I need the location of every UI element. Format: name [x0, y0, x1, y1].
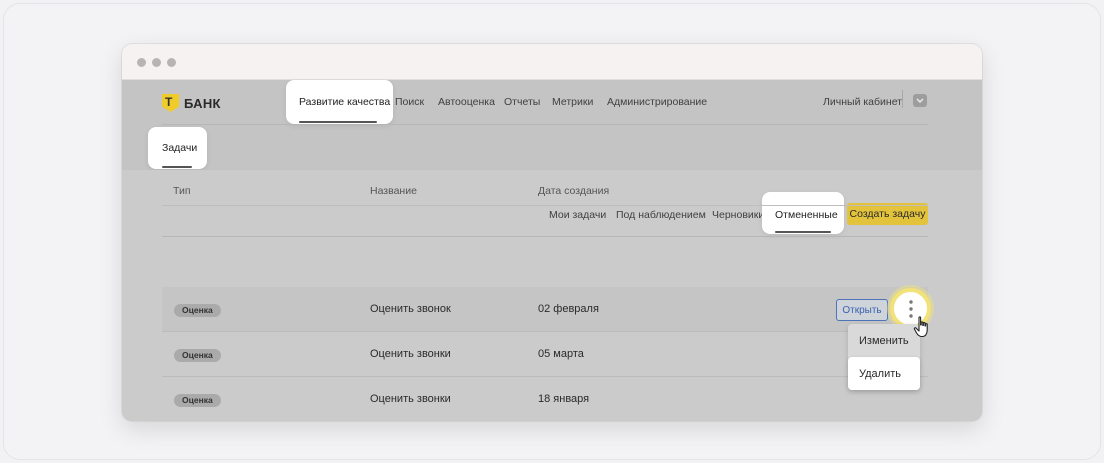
- menu-item-delete[interactable]: Удалить: [848, 357, 920, 390]
- nav-tab-underline: [299, 121, 377, 123]
- create-task-button[interactable]: Создать задачу: [847, 203, 928, 225]
- content-separator: [162, 236, 928, 237]
- window-maximize-dot[interactable]: [167, 58, 176, 67]
- nav-item-administration[interactable]: Администрирование: [607, 96, 707, 108]
- nav-tab-quality-development[interactable]: Развитие качества: [286, 80, 393, 124]
- section-tab-underline: [162, 166, 192, 168]
- column-header-type: Тип: [173, 185, 191, 197]
- hand-cursor-icon: [913, 316, 928, 338]
- nav-item-search[interactable]: Поиск: [395, 96, 424, 108]
- section-tab-tasks[interactable]: Задачи: [148, 127, 207, 169]
- subtab-my-tasks[interactable]: Мои задачи: [549, 209, 606, 221]
- task-date: 18 января: [538, 393, 590, 405]
- nav-item-metrics[interactable]: Метрики: [552, 96, 593, 108]
- table-header-separator: [162, 205, 928, 206]
- column-header-date: Дата создания: [538, 185, 610, 197]
- type-badge: Оценка: [174, 394, 221, 407]
- table-row[interactable]: Оценка Оценить звонки 18 января: [162, 377, 928, 421]
- bank-logo[interactable]: БАНК: [162, 94, 221, 112]
- table-row[interactable]: Оценка Оценить звонок 02 февраля Открыть: [162, 287, 931, 332]
- task-date: 05 марта: [538, 348, 584, 360]
- chevron-down-icon: [916, 98, 924, 103]
- type-badge: Оценка: [174, 349, 221, 362]
- task-name: Оценить звонки: [370, 393, 451, 405]
- open-button[interactable]: Открыть: [836, 299, 888, 321]
- nav-item-reports[interactable]: Отчеты: [504, 96, 540, 108]
- subtab-cancelled[interactable]: Отмененные: [762, 192, 844, 234]
- bank-logo-icon: [162, 94, 179, 112]
- subtab-drafts[interactable]: Черновики: [712, 209, 764, 221]
- subtab-cancelled-label: Отмененные: [775, 209, 838, 221]
- task-name: Оценить звонок: [370, 303, 451, 315]
- window-titlebar: [122, 44, 982, 80]
- nav-item-autoscore[interactable]: Автооценка: [438, 96, 495, 108]
- more-vertical-icon: [908, 299, 913, 318]
- bank-logo-text: БАНК: [184, 95, 221, 111]
- personal-account-link[interactable]: Личный кабинет: [823, 96, 902, 108]
- nav-tab-label: Развитие качества: [299, 96, 391, 108]
- app-header: БАНК Развитие качества Поиск Автооценка …: [122, 80, 982, 170]
- window-minimize-dot[interactable]: [152, 58, 161, 67]
- table-row[interactable]: Оценка Оценить звонки 05 марта: [162, 332, 928, 377]
- window-close-dot[interactable]: [137, 58, 146, 67]
- subtab-cancelled-underline: [775, 231, 831, 233]
- task-date: 02 февраля: [538, 303, 599, 315]
- menu-item-edit[interactable]: Изменить: [848, 324, 920, 357]
- section-tab-label: Задачи: [162, 142, 198, 154]
- browser-window: БАНК Развитие качества Поиск Автооценка …: [122, 44, 982, 421]
- row-actions-menu: Изменить Удалить: [848, 324, 920, 390]
- header-divider: [902, 90, 903, 108]
- type-badge: Оценка: [174, 304, 221, 317]
- account-dropdown-button[interactable]: [913, 94, 927, 107]
- column-header-name: Название: [370, 185, 417, 197]
- header-separator: [162, 124, 928, 125]
- task-name: Оценить звонки: [370, 348, 451, 360]
- subtab-watched[interactable]: Под наблюдением: [616, 209, 706, 221]
